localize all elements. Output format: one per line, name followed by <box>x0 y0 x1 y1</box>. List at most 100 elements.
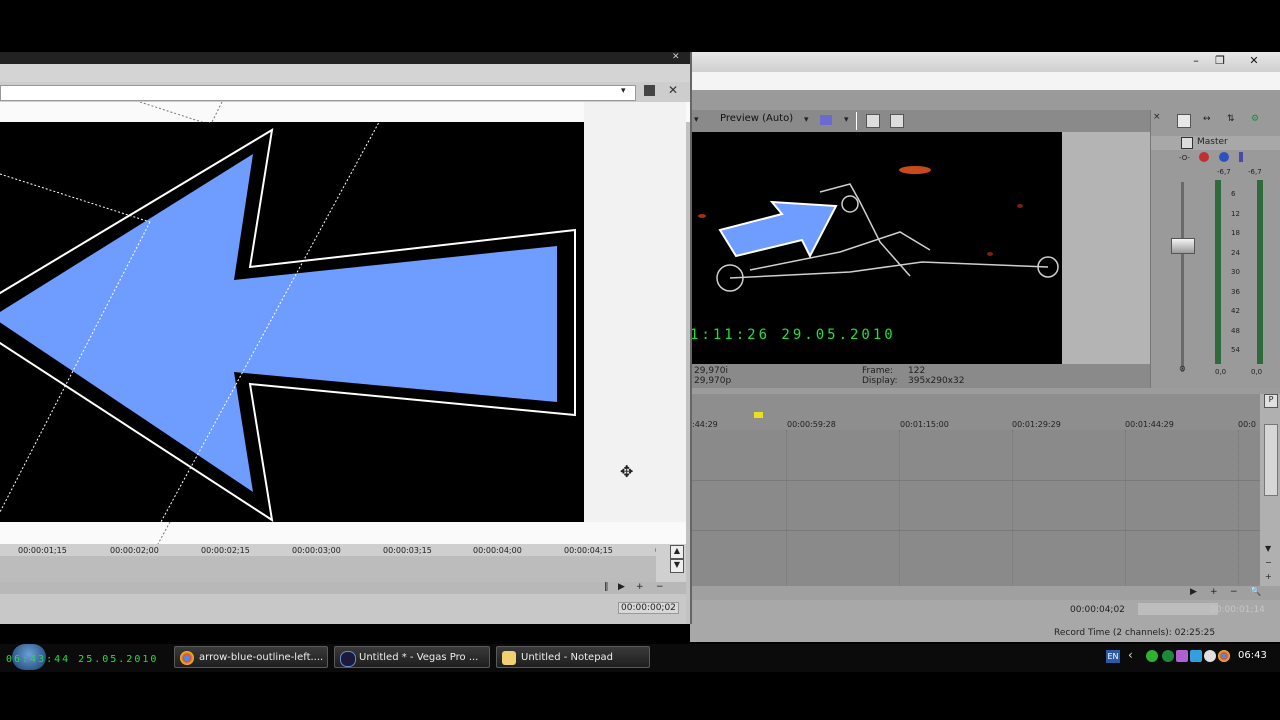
chevron-down-icon[interactable]: ▾ <box>621 86 626 96</box>
marker-flag[interactable] <box>754 412 763 418</box>
trimmer-ruler[interactable]: 00:00:01;15 00:00:02;00 00:00:02;15 00:00:0… <box>0 544 673 556</box>
zoom-in-icon[interactable]: + <box>1210 587 1218 597</box>
length-time: 00:00:01;14 <box>1210 605 1265 615</box>
vu-scale-label: 6 <box>1231 190 1236 198</box>
ruler-tick-label: 00:00:04;00 <box>473 546 522 555</box>
copy-snapshot-icon[interactable] <box>866 114 880 128</box>
master-header: Master <box>1151 136 1280 150</box>
taskbar-button-notepad[interactable]: Untitled - Notepad <box>496 646 650 668</box>
split-icon[interactable]: ↔ <box>1203 114 1215 126</box>
blue-arrow-preview <box>718 200 838 259</box>
chrome-icon <box>180 651 194 665</box>
close-icon[interactable]: × <box>1153 112 1161 122</box>
record-time: Record Time (2 channels): 02:25:25 <box>1054 628 1216 638</box>
taskbar-clock[interactable]: 06:43 <box>1238 650 1267 661</box>
close-button[interactable]: ✕ <box>1244 54 1264 68</box>
frame-label: Frame: <box>862 366 894 376</box>
grid-line <box>1125 430 1126 586</box>
master-fader[interactable] <box>1171 238 1195 254</box>
scroll-down-icon[interactable]: ▼ <box>670 559 684 573</box>
chevron-down-icon[interactable]: ▾ <box>844 115 849 125</box>
selection-field <box>1138 603 1218 615</box>
track-divider <box>690 530 1260 531</box>
fire-glow <box>698 214 706 218</box>
taskbar-button-vegas[interactable]: Untitled * - Vegas Pro ... <box>334 646 490 668</box>
vu-scale-label: 42 <box>1231 307 1240 315</box>
peak-right: 0,0 <box>1251 368 1263 376</box>
minimize-button[interactable]: – <box>1186 54 1206 68</box>
scroll-down-icon[interactable]: ▼ <box>1265 544 1271 553</box>
zoom-out-icon[interactable]: − <box>1230 587 1238 597</box>
zoom-out-icon[interactable]: − <box>656 582 664 592</box>
zoom-in-icon[interactable]: + <box>636 582 644 592</box>
vegas-titlebar: – ❐ ✕ <box>690 52 1280 72</box>
scroll-up-icon[interactable]: ▲ <box>670 545 684 559</box>
mixer-volume-icon: -O- <box>1179 154 1190 162</box>
insert-fx-icon[interactable] <box>1177 114 1191 128</box>
close-icon[interactable]: ✕ <box>672 52 680 62</box>
scroll-right-icon[interactable]: ▶ <box>1190 587 1197 597</box>
vu-scale-label: 54 <box>1231 346 1240 354</box>
chevron-down-icon[interactable]: ▾ <box>804 115 809 125</box>
restore-button[interactable]: ❐ <box>1210 54 1230 68</box>
tray-icon-cloud[interactable] <box>1204 650 1216 662</box>
save-icon[interactable] <box>644 85 655 96</box>
timeline-ruler[interactable]: :44:29 00:00:59:28 00:01:15:00 00:01:29:29 0… <box>690 394 1260 430</box>
ruler-tick-label: 00:00:03;00 <box>292 546 341 555</box>
chrome-icon[interactable] <box>1218 650 1230 662</box>
timeline-tick-label: 00:01:15:00 <box>900 420 949 429</box>
taskbar-button-chrome[interactable]: arrow-blue-outline-left.... <box>174 646 328 668</box>
mute-icon[interactable] <box>1219 152 1229 162</box>
link-icon[interactable]: ⊙ <box>1179 364 1186 373</box>
vegas-icon <box>340 651 356 667</box>
settings-icon[interactable] <box>1199 152 1209 162</box>
peak-left: 0,0 <box>1215 368 1227 376</box>
trimmer-video-canvas[interactable] <box>0 122 584 522</box>
trimmer-scroll-buttons: ▲ ▼ <box>656 544 686 582</box>
vu-meter-left <box>1215 180 1221 364</box>
scroll-handle-icon[interactable]: ‖ <box>604 582 609 592</box>
grid-icon[interactable] <box>820 115 832 125</box>
zoom-icon[interactable]: 🔍 <box>1250 587 1261 597</box>
chevron-left-icon[interactable]: ‹ <box>1128 648 1133 662</box>
clock-overlay: 06:43:44 25.05.2010 <box>6 654 159 665</box>
solo-icon[interactable] <box>1239 152 1243 162</box>
arrow-frame <box>0 122 576 522</box>
ruler-tick-label: 00:00:04;15 <box>564 546 613 555</box>
crop-guide-overlay <box>139 101 230 125</box>
tray-icon-green[interactable] <box>1146 650 1158 662</box>
language-indicator[interactable]: EN <box>1106 650 1120 663</box>
properties-icon[interactable]: P <box>1264 394 1278 408</box>
trimmer-margin <box>0 521 686 545</box>
ruler-tick-label: 00:00:02;15 <box>201 546 250 555</box>
frame-value: 122 <box>908 366 926 376</box>
downmix-icon[interactable]: ⇅ <box>1227 114 1239 126</box>
tray-icon-network[interactable] <box>1162 650 1174 662</box>
fx-icon[interactable]: ⚙ <box>1251 114 1265 126</box>
blue-arrow <box>0 154 557 492</box>
trimmer-hscrollbar[interactable]: ‖ ▶ + − <box>0 582 686 594</box>
zoom-out-icon[interactable]: − <box>1265 558 1272 567</box>
fader-track <box>1181 182 1184 372</box>
level-right: -6,7 <box>1248 168 1262 176</box>
timeline-tracks[interactable] <box>690 430 1260 586</box>
vscroll-thumb[interactable] <box>1264 424 1278 496</box>
cursor-time: 00:00:04;02 <box>1070 605 1125 615</box>
ruler-tick-label: 00:00:02;00 <box>110 546 159 555</box>
save-snapshot-icon[interactable] <box>890 114 904 128</box>
trimmer-track[interactable] <box>0 556 656 582</box>
tray-icon-skype[interactable] <box>1190 650 1202 662</box>
zoom-in-icon[interactable]: + <box>1265 572 1272 581</box>
horizontal-scrollbar[interactable]: ▶ + − 🔍 <box>690 586 1280 600</box>
ruler-tick-label: 00:00:01;15 <box>18 546 67 555</box>
preview-scene: 1:11:26 29.05.2010 <box>690 166 1059 343</box>
preview-quality-dropdown[interactable]: Preview (Auto) <box>720 113 793 124</box>
vertical-scrollbar[interactable]: P ▼ − + <box>1260 394 1280 590</box>
scroll-right-icon[interactable]: ▶ <box>618 582 625 592</box>
media-path-dropdown[interactable]: ▾ <box>0 85 636 101</box>
preview-timestamp: 1:11:26 29.05.2010 <box>690 327 896 343</box>
chevron-down-icon[interactable]: ▾ <box>694 115 699 125</box>
tray-icon-purple[interactable] <box>1176 650 1188 662</box>
timeline-tick-label: 00:01:44:29 <box>1125 420 1174 429</box>
close-icon[interactable]: ✕ <box>668 83 678 97</box>
